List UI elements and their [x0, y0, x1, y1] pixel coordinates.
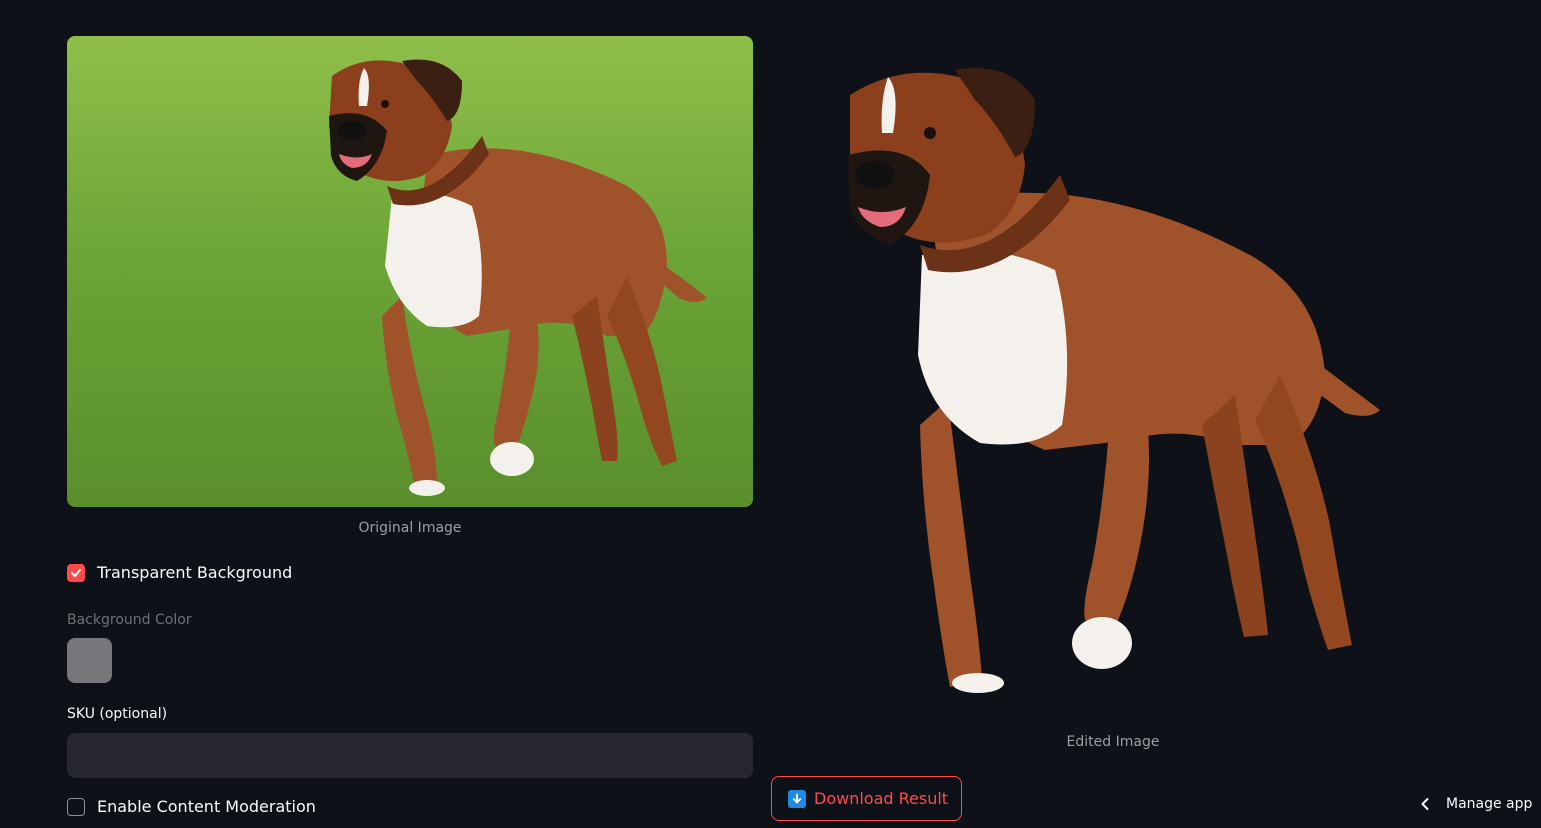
edited-image-caption: Edited Image	[1066, 734, 1160, 750]
sku-label: SKU (optional)	[67, 706, 168, 722]
arrow-down-icon	[792, 793, 802, 803]
checkmark-icon	[71, 568, 81, 577]
dog-cutout-graphic	[848, 68, 1380, 693]
original-image-graphic	[67, 36, 753, 507]
transparent-background-checkbox[interactable]: Transparent Background	[67, 563, 292, 582]
download-result-button[interactable]: Download Result	[771, 776, 963, 821]
edited-image	[830, 55, 1400, 705]
sku-input[interactable]	[67, 733, 753, 778]
app-page: Original Image Transparent Background Ba…	[0, 0, 1541, 828]
transparent-background-label: Transparent Background	[97, 563, 293, 582]
content-moderation-label: Enable Content Moderation	[97, 797, 316, 816]
manage-app-label: Manage app	[1446, 796, 1533, 812]
background-color-label: Background Color	[67, 612, 192, 628]
original-image-caption: Original Image	[358, 520, 462, 536]
content-moderation-checkbox[interactable]: Enable Content Moderation	[67, 797, 316, 816]
original-image	[67, 36, 753, 507]
arrow-down-box-icon	[788, 789, 806, 808]
manage-app-button[interactable]: Manage app	[1420, 796, 1532, 812]
dog-figure-large	[848, 68, 1380, 693]
background-color-swatch[interactable]	[67, 638, 112, 683]
chevron-left-icon	[1421, 798, 1429, 810]
download-result-label: Download Result	[814, 789, 949, 808]
checkbox-unchecked-icon[interactable]	[67, 797, 85, 816]
checkbox-checked-icon[interactable]	[67, 563, 85, 582]
